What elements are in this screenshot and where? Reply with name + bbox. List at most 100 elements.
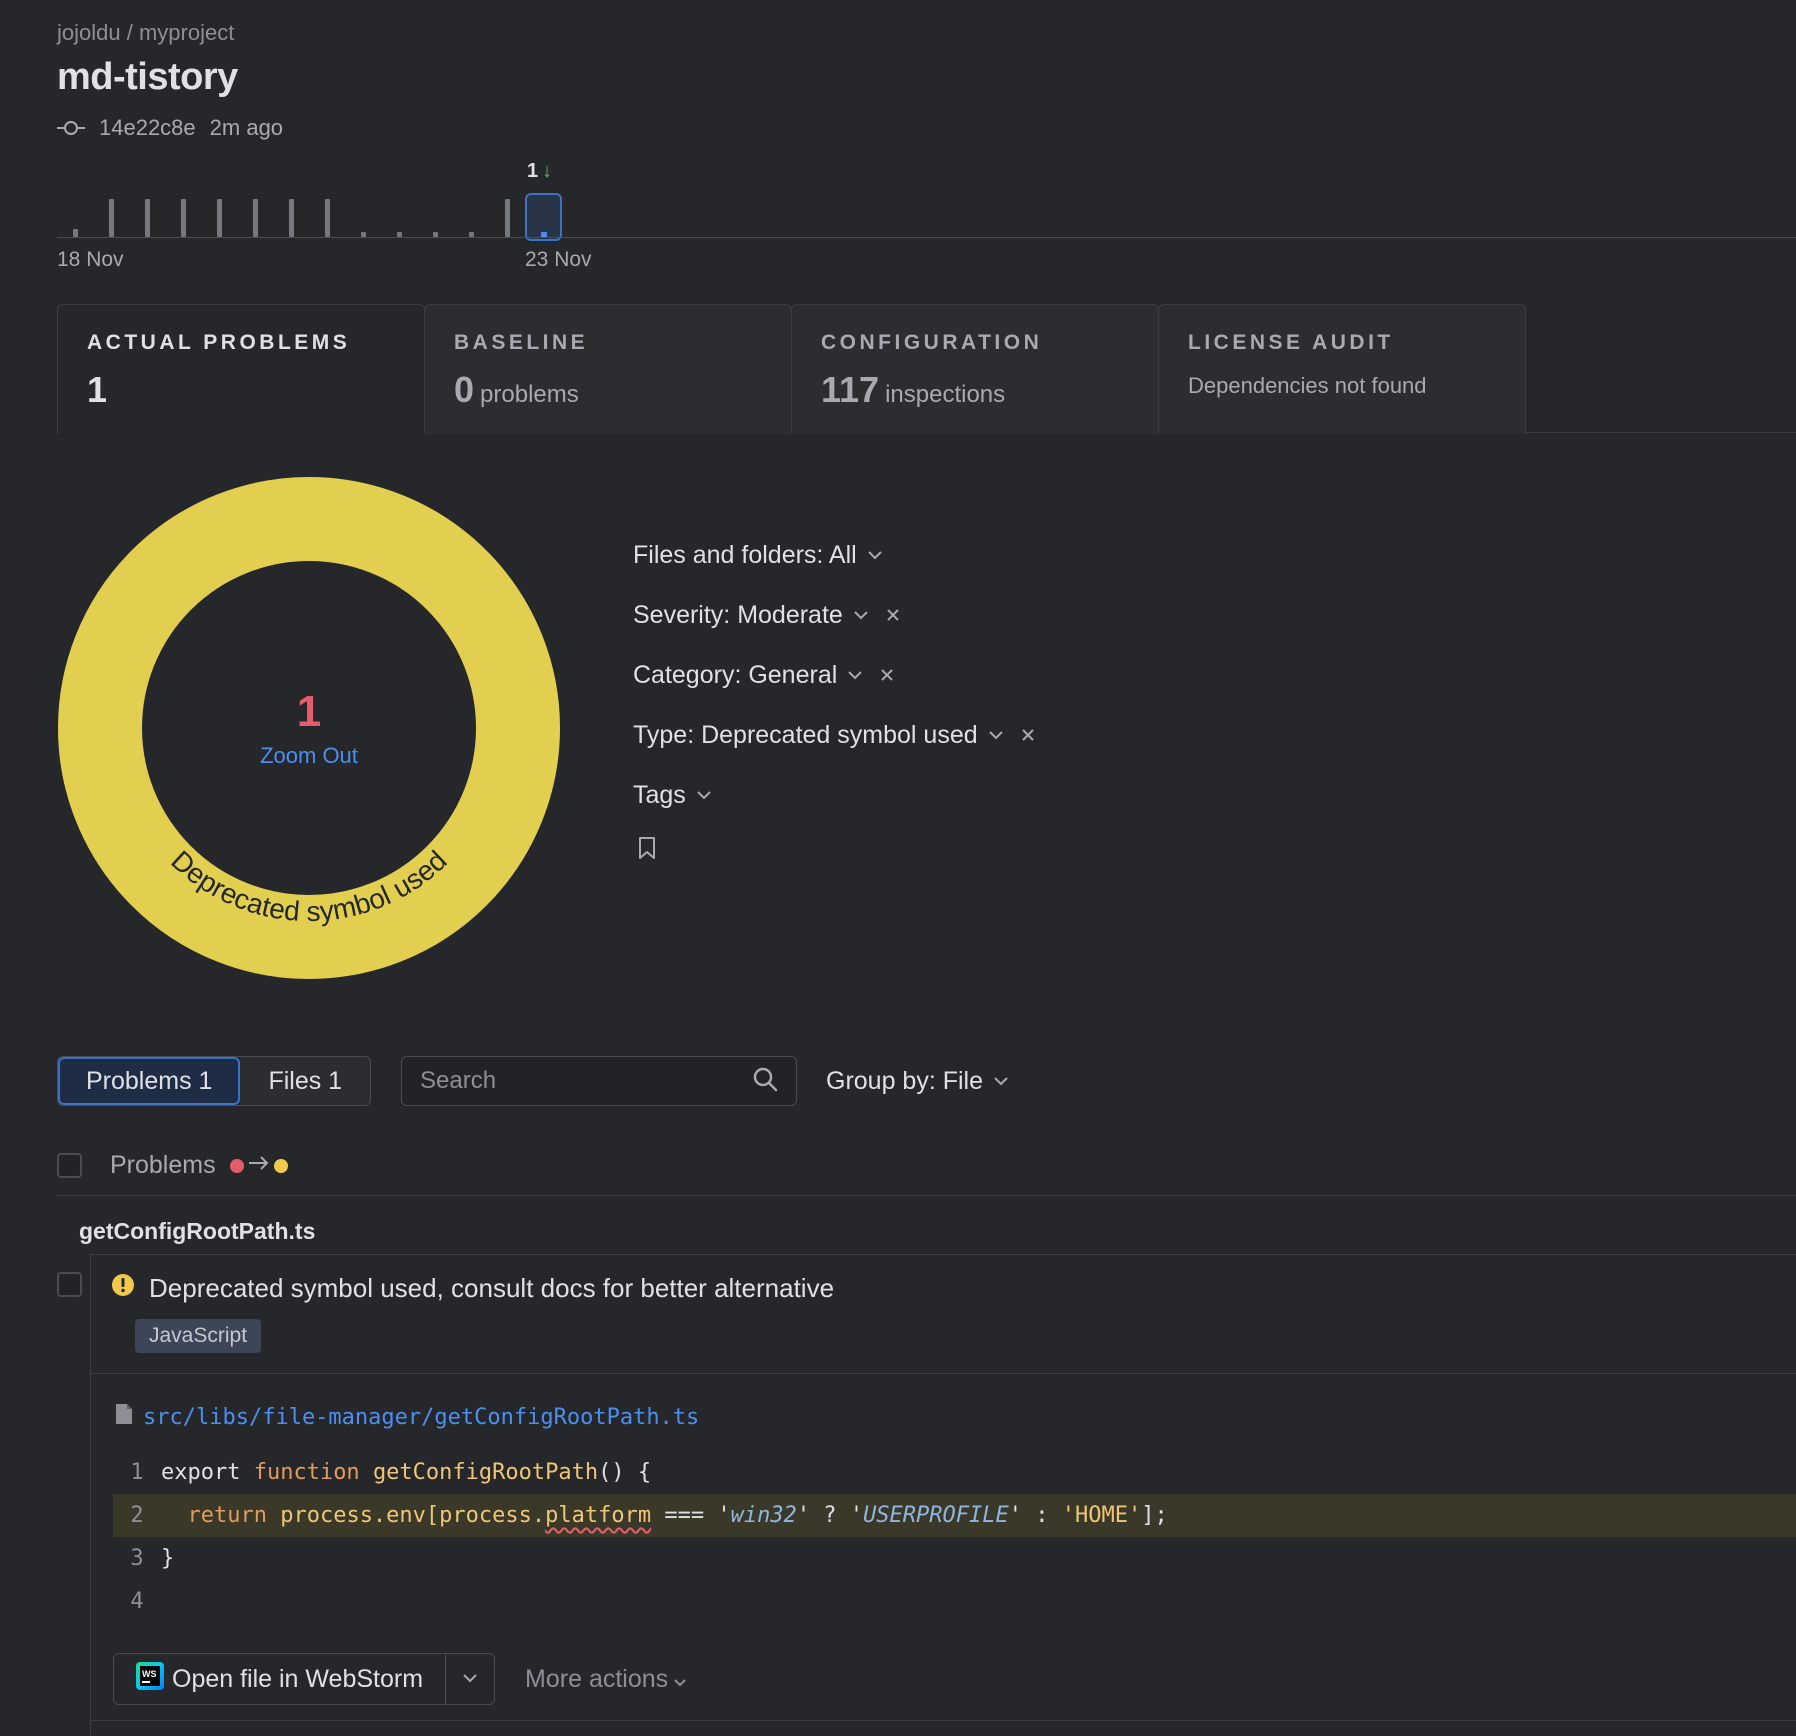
donut-count: 1 <box>296 687 322 736</box>
open-in-webstorm-button[interactable]: WS Open file in WebStorm <box>114 1654 447 1704</box>
tab-count: 0 <box>454 369 475 410</box>
language-badge: JavaScript <box>135 1319 262 1353</box>
problem-title[interactable]: Deprecated symbol used, consult docs for… <box>111 1273 834 1304</box>
file-path-link[interactable]: src/libs/file-manager/getConfigRootPath.… <box>115 1403 699 1431</box>
timeline-bar[interactable] <box>289 199 294 237</box>
file-group-title[interactable]: getConfigRootPath.ts <box>79 1218 315 1245</box>
tab-label: LICENSE AUDIT <box>1188 331 1394 354</box>
code-token: getConfigRootPath <box>372 1460 599 1485</box>
timeline-bar[interactable] <box>217 199 222 237</box>
tab-value: 1 <box>87 369 395 411</box>
search-box <box>401 1056 797 1106</box>
code-token: : <box>1022 1503 1062 1528</box>
warning-icon <box>111 1273 135 1304</box>
filter-label: Severity: Moderate <box>633 600 843 629</box>
svg-text:WS: WS <box>142 1669 157 1679</box>
problems-list-header: Problems <box>57 1146 1796 1196</box>
timeline-axis <box>57 237 1796 238</box>
chevron-down-icon <box>853 610 869 620</box>
filter-category[interactable]: Category: General <box>633 656 1036 694</box>
code-token: USERPROFILE <box>863 1503 1009 1528</box>
commit-timeline[interactable]: 1 ↓ 18 Nov 23 Nov <box>57 160 1796 280</box>
commit-hash[interactable]: 14e22c8e <box>99 115 196 141</box>
commit-info: 14e22c8e 2m ago <box>57 115 283 141</box>
search-icon[interactable] <box>752 1066 778 1097</box>
code-line-highlighted: 2 return process.env[process. platform =… <box>113 1494 1796 1537</box>
search-input[interactable] <box>420 1067 752 1095</box>
timeline-bar[interactable] <box>145 199 150 237</box>
card-divider <box>91 1373 1796 1374</box>
timeline-bar[interactable] <box>73 229 78 237</box>
donut-center: 1 Zoom Out <box>57 476 561 980</box>
code-token: } <box>161 1546 175 1571</box>
bookmark-icon[interactable] <box>637 836 657 860</box>
tab-label: BASELINE <box>454 331 589 354</box>
code-line: 4 <box>113 1580 1796 1623</box>
deprecated-symbol[interactable]: platform <box>545 1503 651 1528</box>
severity-moderate-dot <box>273 1158 288 1173</box>
problems-header-label[interactable]: Problems <box>110 1151 216 1180</box>
close-icon[interactable] <box>879 667 895 683</box>
chevron-down-icon <box>993 1076 1009 1086</box>
tab-value: 117 inspections <box>821 369 1129 411</box>
group-by-dropdown[interactable]: Group by: File <box>826 1056 1009 1106</box>
problem-checkbox[interactable] <box>57 1272 82 1297</box>
list-toolbar: Problems 1 Files 1 Group by: File <box>57 1056 1257 1106</box>
breadcrumb[interactable]: jojoldu / myproject <box>57 20 234 46</box>
timeline-bar[interactable] <box>253 199 258 237</box>
close-icon[interactable] <box>885 607 901 623</box>
timeline-bar[interactable] <box>181 199 186 237</box>
more-actions-dropdown[interactable]: More actions <box>525 1665 686 1694</box>
timeline-bar[interactable] <box>109 199 114 237</box>
problems-donut-chart[interactable]: Deprecated symbol used 1 Zoom Out <box>57 476 561 980</box>
tab-baseline[interactable]: BASELINE 0 problems <box>424 304 792 434</box>
severity-sort-indicator[interactable] <box>229 1156 288 1175</box>
filter-type[interactable]: Type: Deprecated symbol used <box>633 716 1036 754</box>
group-by-label: Group by: File <box>826 1066 984 1095</box>
close-icon[interactable] <box>1020 727 1036 743</box>
problem-actions: WS Open file in WebStorm More actions <box>113 1653 686 1705</box>
tab-unit: problems <box>480 381 579 408</box>
code-token: === <box>651 1503 718 1528</box>
problem-message: Deprecated symbol used, consult docs for… <box>149 1273 835 1303</box>
filter-tags[interactable]: Tags <box>633 776 1036 814</box>
filter-label: Files and folders: All <box>633 540 857 569</box>
tab-count: 117 <box>821 369 880 410</box>
chevron-down-icon <box>847 670 863 680</box>
tab-license-audit[interactable]: LICENSE AUDIT Dependencies not found <box>1158 304 1526 434</box>
code-snippet: 1 export function getConfigRootPath () {… <box>113 1451 1796 1623</box>
code-token: ' <box>717 1503 731 1528</box>
commit-icon <box>57 120 85 136</box>
page-title: md-tistory <box>57 56 238 98</box>
select-all-checkbox[interactable] <box>57 1153 82 1178</box>
code-token: () { <box>598 1460 652 1485</box>
tab-problems[interactable]: Problems 1 <box>58 1057 241 1105</box>
open-options-dropdown[interactable] <box>446 1654 494 1704</box>
filter-label: Category: General <box>633 660 838 689</box>
file-icon <box>115 1403 133 1431</box>
timeline-start-label: 18 Nov <box>57 248 124 271</box>
chevron-down-icon <box>674 1665 686 1694</box>
chevron-down-icon <box>696 790 712 800</box>
more-actions-label: More actions <box>525 1664 669 1693</box>
code-token: export <box>161 1460 254 1485</box>
tab-configuration[interactable]: CONFIGURATION 117 inspections <box>791 304 1159 434</box>
tab-actual-problems[interactable]: ACTUAL PROBLEMS 1 <box>57 304 425 434</box>
line-number: 4 <box>130 1589 144 1614</box>
tab-label: CONFIGURATION <box>821 331 1043 354</box>
tab-files[interactable]: Files 1 <box>240 1057 371 1105</box>
chevron-down-icon <box>988 730 1004 740</box>
filter-label: Tags <box>633 780 686 809</box>
arrow-down-icon: ↓ <box>542 160 553 182</box>
line-number: 2 <box>130 1503 144 1528</box>
card-divider <box>91 1720 1796 1721</box>
filters-panel: Files and folders: All Severity: Moderat… <box>633 536 1036 860</box>
code-token: function <box>253 1460 373 1485</box>
filter-files-and-folders[interactable]: Files and folders: All <box>633 536 1036 574</box>
timeline-bar[interactable] <box>505 199 510 237</box>
timeline-bar[interactable] <box>325 199 330 237</box>
zoom-out-link[interactable]: Zoom Out <box>260 743 358 769</box>
filter-severity[interactable]: Severity: Moderate <box>633 596 1036 634</box>
summary-tabs: ACTUAL PROBLEMS 1 BASELINE 0 problems CON… <box>57 304 1796 434</box>
